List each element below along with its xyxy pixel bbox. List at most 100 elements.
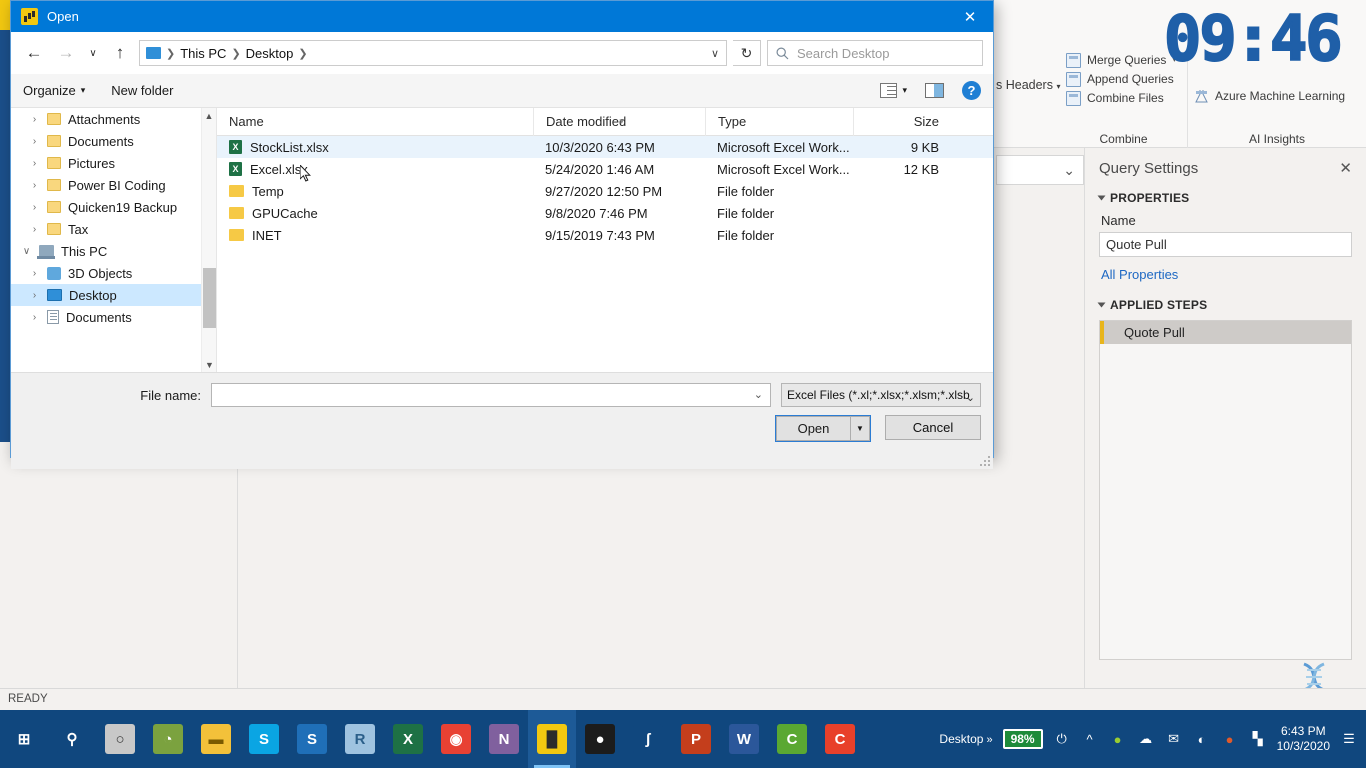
column-header-date-modified[interactable]: ▾ Date modified bbox=[533, 107, 705, 136]
preview-pane-icon[interactable] bbox=[925, 83, 944, 98]
combine-files-button[interactable]: Combine Files bbox=[1066, 90, 1183, 106]
chevron-right-icon[interactable]: › bbox=[29, 290, 40, 301]
formula-bar[interactable]: ⌄ bbox=[996, 155, 1084, 185]
tree-item-label: Attachments bbox=[68, 111, 141, 127]
query-name-input[interactable]: Quote Pull bbox=[1099, 232, 1352, 257]
taskbar-chameleon-app-icon[interactable]: ◔ bbox=[144, 710, 192, 768]
taskbar-onenote-icon[interactable]: N bbox=[480, 710, 528, 768]
chevron-right-icon[interactable]: › bbox=[29, 268, 40, 279]
breadcrumb-item-desktop[interactable]: Desktop bbox=[246, 46, 294, 61]
battery-status-badge[interactable]: 98% bbox=[1002, 729, 1043, 749]
change-view-button[interactable]: ▾ bbox=[880, 83, 907, 98]
scroll-up-icon[interactable]: ▲ bbox=[202, 108, 216, 123]
open-button[interactable]: Open bbox=[776, 416, 850, 441]
chevron-right-icon[interactable]: › bbox=[29, 202, 40, 213]
onedrive-cloud-icon[interactable]: ☁ bbox=[1137, 730, 1155, 748]
tree-item-documents[interactable]: › Documents bbox=[11, 130, 216, 152]
resize-grip-icon[interactable] bbox=[979, 455, 990, 466]
taskbar-snagit-icon[interactable]: S bbox=[288, 710, 336, 768]
applied-steps-section-header[interactable]: APPLIED STEPS bbox=[1097, 298, 1352, 312]
taskbar-firefox-icon[interactable]: ʃ bbox=[624, 710, 672, 768]
tree-item-power-bi-coding[interactable]: › Power BI Coding bbox=[11, 174, 216, 196]
recent-locations-button[interactable]: ∨ bbox=[85, 40, 101, 66]
tree-item-documents[interactable]: › Documents bbox=[11, 306, 216, 328]
power-plug-icon[interactable]: ⏻ bbox=[1053, 730, 1071, 748]
properties-section-header[interactable]: PROPERTIES bbox=[1097, 191, 1352, 205]
show-hidden-icons-chevron[interactable]: ^ bbox=[1081, 730, 1099, 748]
taskbar-start-button[interactable]: ⊞ bbox=[0, 710, 48, 768]
chevron-down-icon[interactable]: ∨ bbox=[21, 246, 32, 257]
file-row[interactable]: GPUCache 9/8/2020 7:46 PM File folder bbox=[217, 202, 993, 224]
recording-icon[interactable]: ● bbox=[1221, 730, 1239, 748]
tree-item-this-pc[interactable]: ∨ This PC bbox=[11, 240, 216, 262]
new-folder-button[interactable]: New folder bbox=[111, 83, 173, 98]
chevron-right-icon[interactable]: › bbox=[29, 158, 40, 169]
taskbar-chrome-icon[interactable]: ◉ bbox=[432, 710, 480, 768]
tree-item-attachments[interactable]: › Attachments bbox=[11, 108, 216, 130]
microphone-icon[interactable]: ✉ bbox=[1165, 730, 1183, 748]
column-header-name[interactable]: Name bbox=[217, 108, 533, 136]
search-box[interactable]: Search Desktop bbox=[767, 40, 983, 66]
taskbar-powerpoint-icon[interactable]: P bbox=[672, 710, 720, 768]
taskbar-lastpass-icon[interactable]: ● bbox=[576, 710, 624, 768]
chevron-down-icon[interactable]: ⌄ bbox=[754, 388, 763, 401]
help-icon[interactable]: ? bbox=[962, 81, 981, 100]
all-properties-link[interactable]: All Properties bbox=[1101, 267, 1352, 282]
tree-item-label: Tax bbox=[68, 221, 89, 237]
taskbar-power-bi-icon[interactable]: █ bbox=[528, 710, 576, 768]
taskbar-cortana-icon[interactable]: ○ bbox=[96, 710, 144, 768]
folder-tree: › Attachments › Documents › Pictures › Power BI… bbox=[11, 108, 216, 328]
chevron-right-icon[interactable]: › bbox=[29, 224, 40, 235]
breadcrumb-item-this-pc[interactable]: This PC bbox=[180, 46, 226, 61]
chevron-right-icon[interactable]: › bbox=[29, 114, 40, 125]
use-first-row-as-headers-fragment[interactable]: s Headers ▾ bbox=[996, 78, 1060, 92]
open-dropdown-arrow-icon[interactable]: ▼ bbox=[850, 416, 870, 441]
chevron-right-icon[interactable]: › bbox=[29, 180, 40, 191]
tree-item-label: Quicken19 Backup bbox=[68, 199, 178, 215]
tree-item-pictures[interactable]: › Pictures bbox=[11, 152, 216, 174]
chevron-right-icon[interactable]: › bbox=[29, 312, 40, 323]
applied-step-item[interactable]: Quote Pull bbox=[1100, 321, 1351, 344]
network-wifi-icon[interactable]: ◐ bbox=[1193, 730, 1211, 748]
taskbar-word-icon[interactable]: W bbox=[720, 710, 768, 768]
taskbar-excel-icon[interactable]: X bbox=[384, 710, 432, 768]
close-icon[interactable]: ✕ bbox=[947, 1, 993, 32]
back-button[interactable]: ← bbox=[21, 40, 47, 66]
desktop-switcher[interactable]: Desktop » bbox=[939, 732, 992, 746]
chevron-right-icon[interactable]: › bbox=[29, 136, 40, 147]
nvidia-tray-icon[interactable]: ● bbox=[1109, 730, 1127, 748]
file-row[interactable]: INET 9/15/2019 7:43 PM File folder bbox=[217, 224, 993, 246]
refresh-button[interactable]: ↻ bbox=[733, 40, 761, 66]
file-row[interactable]: Excel.xlsx 5/24/2020 1:46 AM Microsoft Exc… bbox=[217, 158, 993, 180]
file-name-input[interactable]: ⌄ bbox=[211, 383, 771, 407]
tree-item-3d-objects[interactable]: › 3D Objects bbox=[11, 262, 216, 284]
organize-button[interactable]: Organize ▾ bbox=[23, 83, 85, 98]
file-row[interactable]: StockList.xlsx 10/3/2020 6:43 PM Microsoft… bbox=[217, 136, 993, 158]
taskbar-search-icon[interactable]: ⚲ bbox=[48, 710, 96, 768]
file-row[interactable]: Temp 9/27/2020 12:50 PM File folder bbox=[217, 180, 993, 202]
action-center-icon[interactable]: ☰ bbox=[1340, 730, 1358, 748]
forward-button[interactable]: → bbox=[53, 40, 79, 66]
taskbar-file-explorer-icon[interactable]: ▬ bbox=[192, 710, 240, 768]
file-type-dropdown[interactable]: Excel Files (*.xl;*.xlsx;*.xlsm;*.xlsb ⌄ bbox=[781, 383, 981, 407]
tree-item-tax[interactable]: › Tax bbox=[11, 218, 216, 240]
chevron-down-icon[interactable]: ∨ bbox=[711, 47, 719, 60]
up-button[interactable]: ↑ bbox=[107, 40, 133, 66]
taskbar-camtasia-icon[interactable]: C bbox=[768, 710, 816, 768]
taskbar-clock[interactable]: 6:43 PM 10/3/2020 bbox=[1277, 724, 1330, 754]
scrollbar-thumb[interactable] bbox=[203, 268, 216, 328]
cancel-button[interactable]: Cancel bbox=[885, 415, 981, 440]
tree-item-desktop[interactable]: › Desktop bbox=[11, 284, 216, 306]
column-header-type[interactable]: Type bbox=[705, 107, 853, 136]
azure-machine-learning-button[interactable]: Azure Machine Learning bbox=[1194, 88, 1362, 104]
scroll-down-icon[interactable]: ▼ bbox=[202, 357, 216, 372]
taskbar-skype-icon[interactable]: S bbox=[240, 710, 288, 768]
volume-icon[interactable]: ▚ bbox=[1249, 730, 1267, 748]
taskbar-camtasia-recorder-icon[interactable]: C bbox=[816, 710, 864, 768]
close-icon[interactable]: ✕ bbox=[1339, 161, 1352, 176]
taskbar-rstudio-icon[interactable]: R bbox=[336, 710, 384, 768]
tree-item-quicken19-backup[interactable]: › Quicken19 Backup bbox=[11, 196, 216, 218]
breadcrumb[interactable]: ❯ This PC ❯ Desktop ❯ ∨ bbox=[139, 40, 727, 66]
navigation-scrollbar[interactable]: ▲ ▼ bbox=[201, 108, 216, 372]
column-header-size[interactable]: Size bbox=[853, 107, 949, 136]
